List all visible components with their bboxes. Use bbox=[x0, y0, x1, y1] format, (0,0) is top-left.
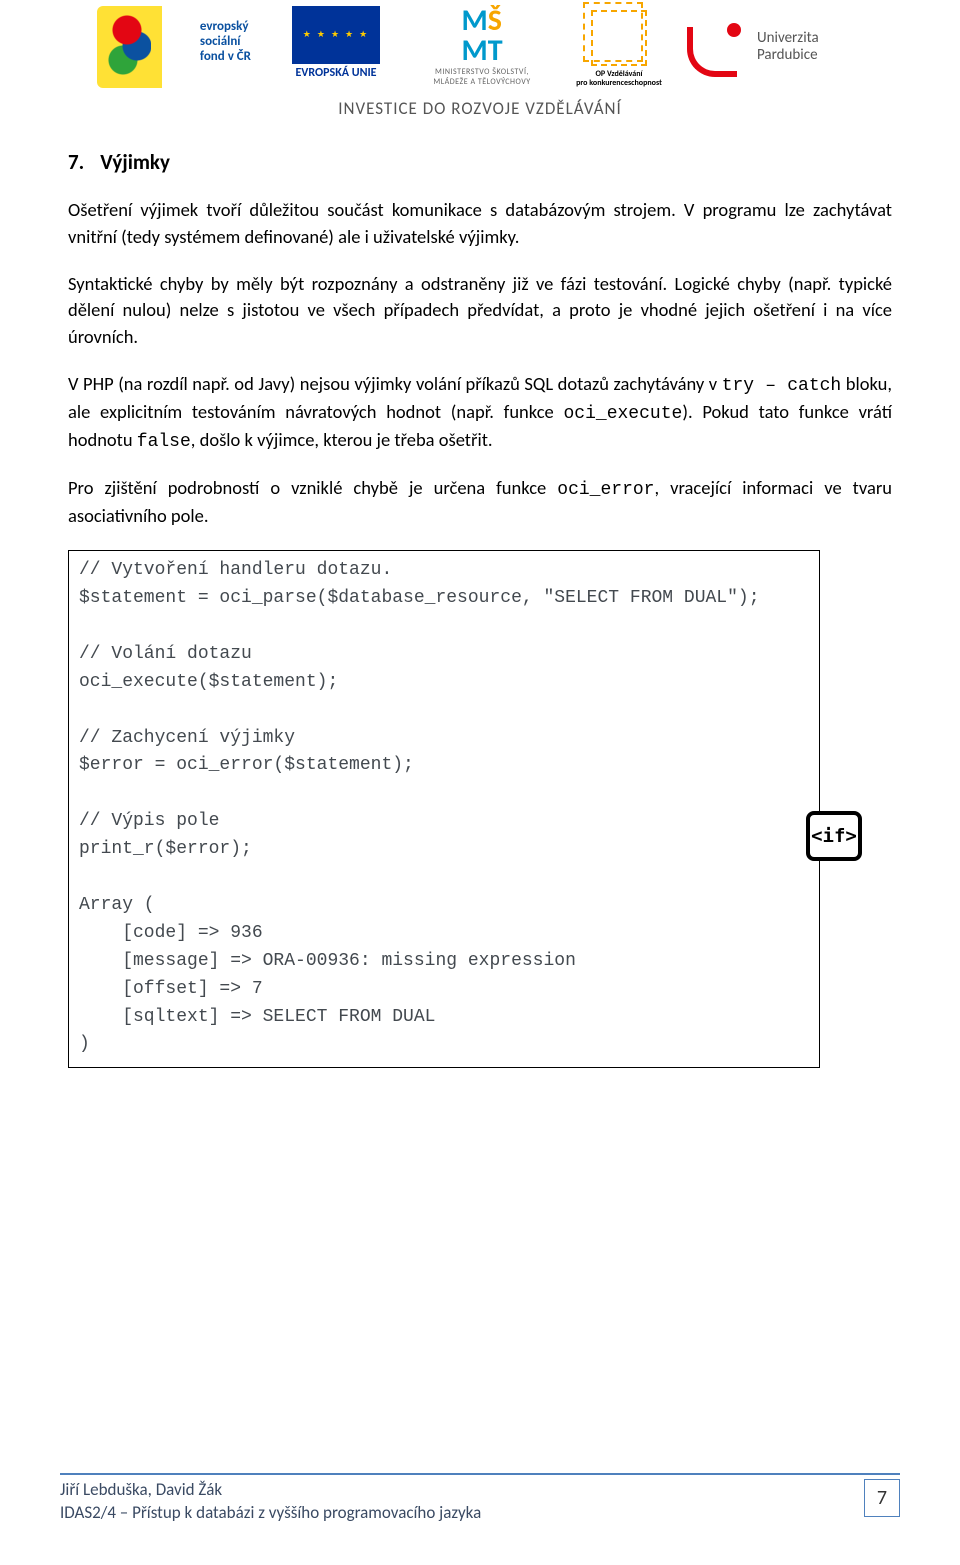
footer-page-number: 7 bbox=[864, 1479, 900, 1517]
paragraph-2: Syntaktické chyby by měly být rozpoznány… bbox=[68, 271, 892, 351]
logo-msmt: MŠMT MINISTERSTVO ŠKOLSTVÍ, MLÁDEŽE A TĚ… bbox=[413, 6, 551, 88]
p3-text-a: V PHP (na rozdíl např. od Javy) nejsou v… bbox=[68, 372, 722, 395]
msmt-M2: M bbox=[461, 32, 487, 69]
logo-op: OP Vzdělávání pro konkurenceschopnost bbox=[569, 6, 669, 88]
eu-label: EVROPSKÁ UNIE bbox=[295, 66, 376, 80]
p4-text-a: Pro zjištění podrobností o vzniklé chybě… bbox=[68, 476, 557, 499]
footer-rule bbox=[60, 1473, 900, 1475]
op-label: OP Vzdělávání pro konkurenceschopnost bbox=[576, 70, 662, 88]
p3-code-try-catch: try – catch bbox=[722, 376, 842, 396]
logo-esf: evropský sociální fond v ČR bbox=[97, 6, 259, 88]
page-footer: Jiří Lebduška, David Žák IDAS2/4 – Příst… bbox=[60, 1473, 900, 1525]
msmt-glyph: MŠMT bbox=[461, 6, 502, 66]
header-tagline: INVESTICE DO ROZVOJE VZDĚLÁVÁNÍ bbox=[60, 98, 900, 119]
footer-authors: Jiří Lebduška, David Žák bbox=[60, 1479, 481, 1502]
section-title: Výjimky bbox=[100, 149, 170, 175]
esf-label: evropský sociální fond v ČR bbox=[200, 20, 251, 65]
msmt-sublabel: MINISTERSTVO ŠKOLSTVÍ, MLÁDEŽE A TĚLOVÝC… bbox=[433, 68, 530, 87]
code-listing: // Vytvoření handleru dotazu. $statement… bbox=[68, 550, 820, 1068]
msmt-T: T bbox=[488, 32, 503, 69]
p4-code-oci-error: oci_error bbox=[557, 480, 654, 500]
header-logos: evropský sociální fond v ČR EVROPSKÁ UNI… bbox=[60, 0, 900, 88]
up-label: Univerzita Pardubice bbox=[757, 30, 819, 65]
logo-eu: EVROPSKÁ UNIE bbox=[277, 6, 395, 88]
up-mark-icon bbox=[687, 17, 747, 77]
section-heading: 7. Výjimky bbox=[68, 149, 892, 175]
op-square-icon bbox=[591, 10, 647, 66]
section-number: 7. bbox=[68, 149, 84, 175]
p3-code-oci-execute: oci_execute bbox=[564, 404, 683, 424]
p3-code-false: false bbox=[137, 432, 191, 452]
footer-course: IDAS2/4 – Přístup k databázi z vyššího p… bbox=[60, 1502, 481, 1525]
eu-flag-icon bbox=[292, 6, 380, 64]
paragraph-1: Ošetření výjimek tvoří důležitou součást… bbox=[68, 197, 892, 251]
paragraph-3: V PHP (na rozdíl např. od Javy) nejsou v… bbox=[68, 371, 892, 455]
p3-text-d: , došlo k výjimce, kterou je třeba ošetř… bbox=[191, 428, 493, 451]
logo-univerzita-pardubice: Univerzita Pardubice bbox=[687, 6, 863, 88]
paragraph-4: Pro zjištění podrobností o vzniklé chybě… bbox=[68, 475, 892, 530]
if-tag-icon: <if> bbox=[806, 811, 862, 861]
